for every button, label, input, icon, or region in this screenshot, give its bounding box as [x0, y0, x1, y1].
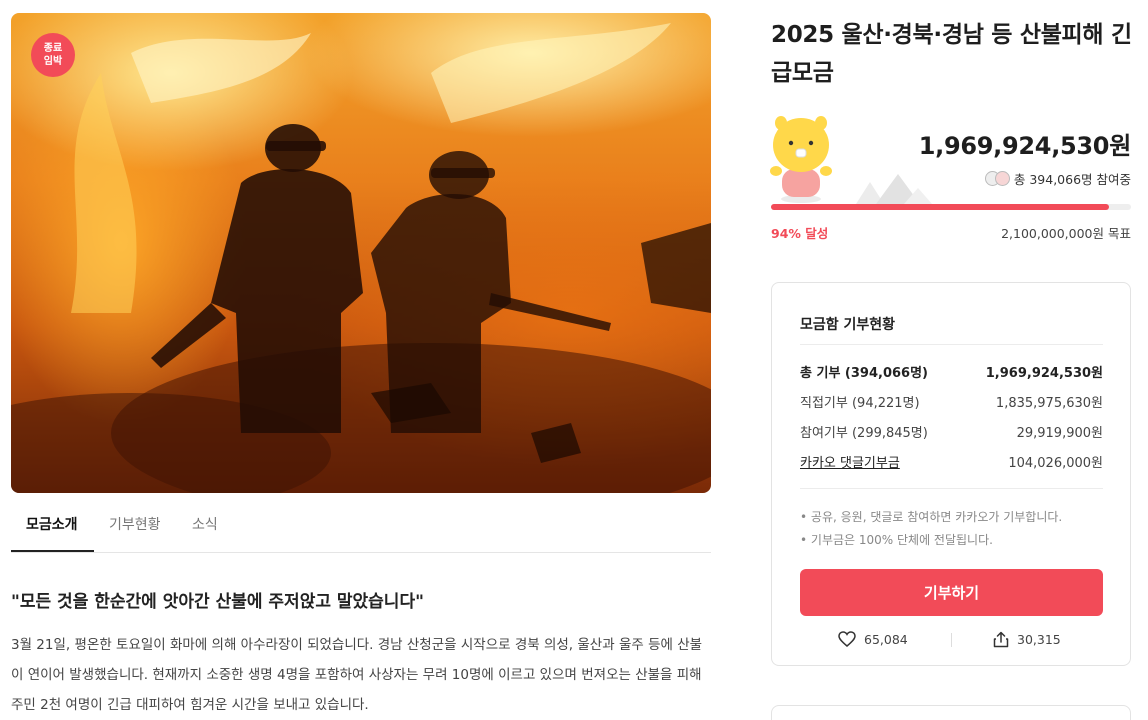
campaign-hero-image: 종료 임박: [11, 13, 711, 493]
note-text: 기부금은 100% 단체에 전달됩니다.: [810, 533, 993, 547]
campaign-tabs: 모금소개 기부현황 소식: [11, 500, 711, 553]
tab-introduction[interactable]: 모금소개: [26, 514, 78, 534]
card-title: 모금함 기부현황: [800, 317, 896, 333]
campaign-title: 2025 울산·경북·경남 등 산불피해 긴급모금: [771, 22, 1132, 86]
row-direct-donation: 직접기부 (94,221명) 1,835,975,630원: [800, 392, 1103, 411]
story-paragraph: 3월 21일, 평온한 토요일이 화마에 의해 아수라장이 되었습니다. 경남 …: [11, 637, 703, 713]
firefighters-silhouette: [11, 23, 711, 493]
kakao-comment-donation-link[interactable]: 카카오 댓글기부금: [800, 452, 900, 471]
divider: [800, 488, 1103, 489]
mountain-graphic-icon: [856, 174, 932, 204]
progress-bar-fill: [771, 204, 1110, 210]
raised-amount: 1,969,924,530원: [918, 132, 1132, 160]
row-value: 1,835,975,630원: [995, 396, 1103, 411]
row-value: 29,919,900원: [1016, 426, 1103, 441]
badge-text-line2: 임박: [43, 56, 63, 67]
heart-icon: [838, 631, 856, 647]
participant-avatars-icon: [984, 171, 1010, 186]
secondary-card: [771, 705, 1131, 720]
card-actions: 65,084 30,315: [800, 629, 1103, 651]
story-headline: "모든 것을 한순간에 앗아간 산불에 주저앉고 말았습니다": [11, 592, 424, 612]
goal-amount: 2,100,000,000원 목표: [1001, 226, 1131, 241]
row-label: 참여기부 (299,845명): [800, 426, 928, 441]
divider: [800, 344, 1103, 345]
share-button[interactable]: 30,315: [993, 631, 1061, 648]
active-tab-indicator: [11, 550, 94, 552]
row-participation-donation: 참여기부 (299,845명) 29,919,900원: [800, 422, 1103, 441]
row-label: 총 기부 (394,066명): [800, 366, 928, 381]
share-count: 30,315: [1017, 632, 1061, 647]
progress-bar: [771, 204, 1131, 210]
tab-donation-status[interactable]: 기부현황: [109, 514, 161, 534]
like-button[interactable]: 65,084: [838, 631, 908, 647]
badge-text-line1: 종료: [43, 43, 63, 54]
action-separator: [951, 633, 952, 647]
donation-status-card: 모금함 기부현황 총 기부 (394,066명) 1,969,924,530원 …: [771, 282, 1131, 666]
note-item: • 공유, 응원, 댓글로 참여하면 카카오가 기부합니다.: [800, 510, 1063, 524]
row-value: 1,969,924,530원: [985, 366, 1103, 381]
row-kakao-comment-donation: 카카오 댓글기부금 104,026,000원: [800, 452, 1103, 471]
row-value: 104,026,000원: [1008, 456, 1103, 471]
row-total-donation: 총 기부 (394,066명) 1,969,924,530원: [800, 362, 1103, 381]
like-count: 65,084: [864, 631, 908, 647]
note-item: • 기부금은 100% 단체에 전달됩니다.: [800, 533, 993, 547]
closing-soon-badge: 종료 임박: [31, 33, 75, 77]
participants-info: 총 394,066명 참여중: [984, 169, 1131, 188]
character-icon: [770, 116, 832, 203]
progress-percent: 94% 달성: [771, 226, 829, 241]
share-icon: [993, 631, 1009, 648]
donate-button[interactable]: 기부하기: [800, 569, 1103, 616]
participants-count: 총 394,066명 참여중: [1013, 172, 1131, 187]
note-text: 공유, 응원, 댓글로 참여하면 카카오가 기부합니다.: [810, 510, 1063, 524]
row-label: 직접기부 (94,221명): [800, 396, 920, 411]
tab-news[interactable]: 소식: [192, 514, 218, 534]
